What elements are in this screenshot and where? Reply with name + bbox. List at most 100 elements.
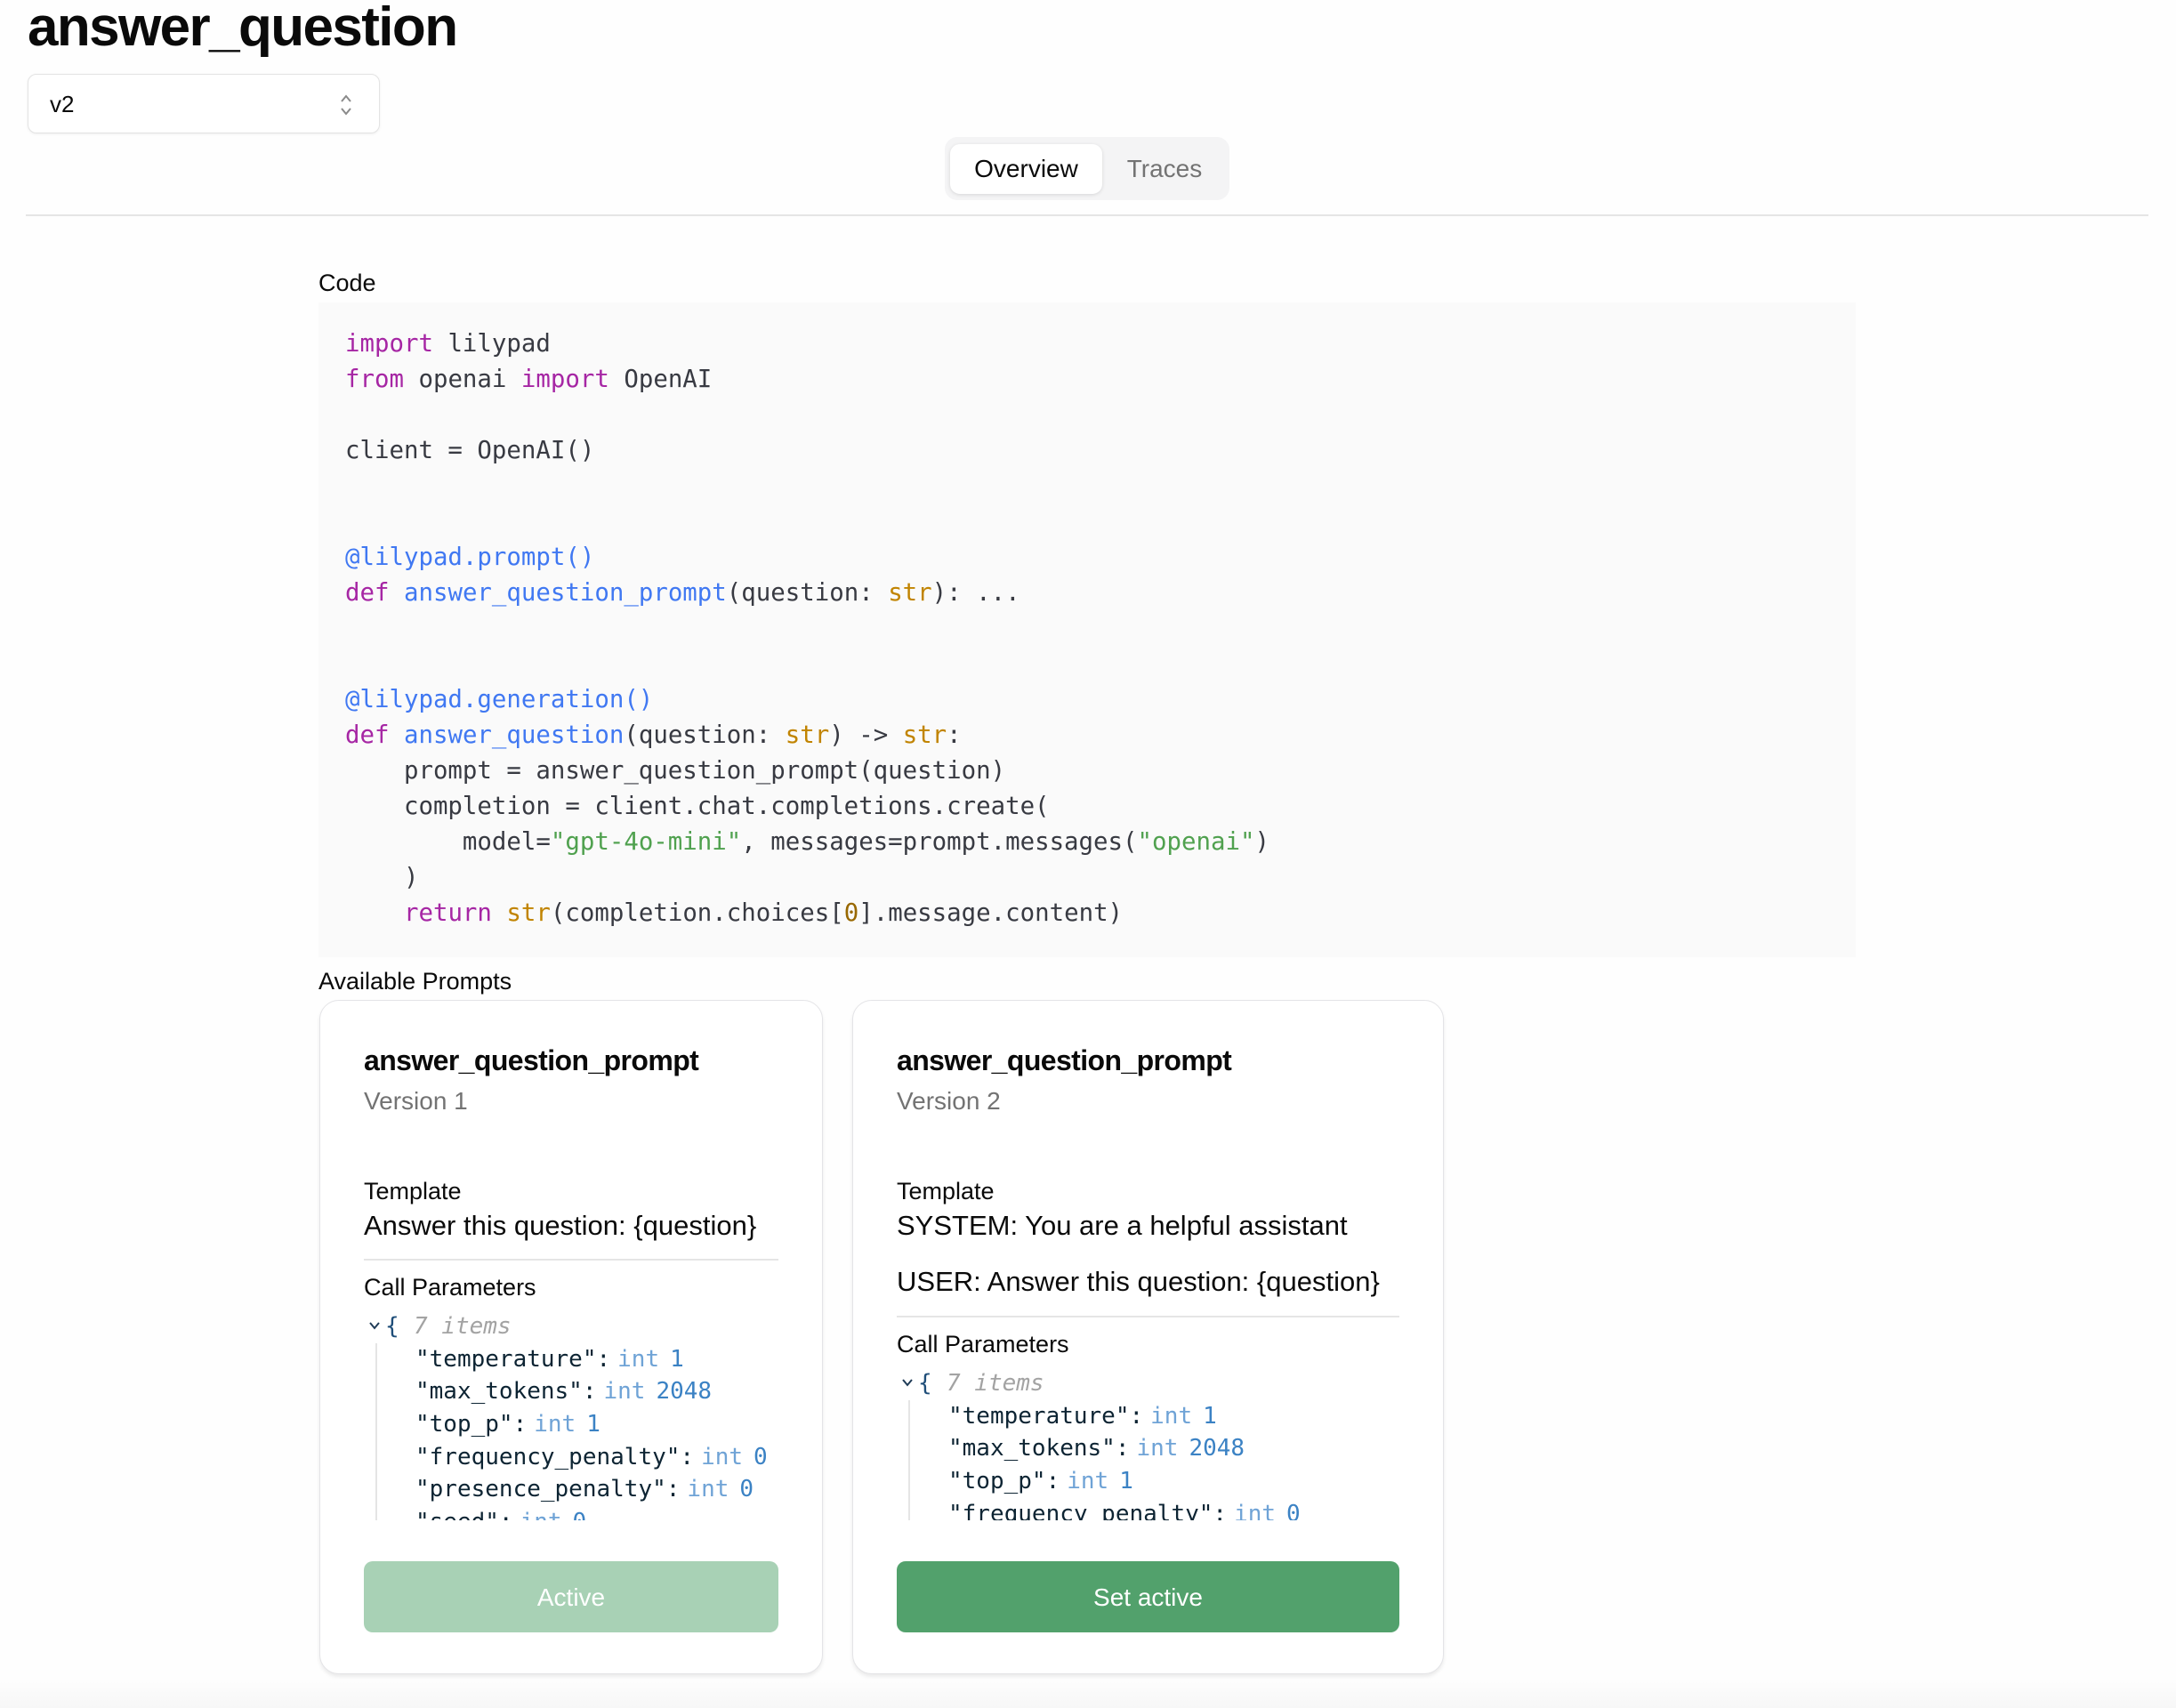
chevron-down-icon [902,1379,913,1387]
code-line: @lilypad.generation() [345,682,1269,718]
json-value: 1 [586,1411,600,1438]
json-type: int [520,1509,562,1520]
code-token: "gpt-4o-mini" [550,828,742,856]
code-line: completion = client.chat.completions.cre… [345,789,1269,825]
code-line: return str(completion.choices[0].message… [345,896,1269,931]
json-collapse-toggle[interactable]: { 7 items [897,1367,1399,1400]
code-line: import lilypad [345,326,1269,362]
code-token: answer_question_prompt [403,579,727,607]
tab-bar: Overview Traces [945,137,1229,200]
code-token: from [345,366,404,393]
code-token: (completion.choices[ [550,899,844,927]
json-value: 0 [573,1509,587,1520]
tab-overview[interactable]: Overview [950,144,1102,194]
version-select[interactable]: v2 [28,74,380,133]
call-parameters-label: Call Parameters [364,1274,536,1301]
json-key: "temperature": [948,1402,1144,1430]
json-open-brace: { [918,1370,932,1397]
json-key: "top_p": [415,1411,528,1438]
json-param-row: "max_tokens": int 2048 [948,1432,1399,1465]
template-line: Answer this question: {question} [364,1210,757,1241]
json-param-row: "frequency_penalty": int 0 [948,1498,1399,1520]
code-block: import lilypad from openai import OpenAI c… [318,302,1856,957]
header-divider [26,214,2148,216]
section-divider [897,1316,1399,1317]
prompt-version: Version 2 [897,1087,1001,1115]
chevron-down-icon [369,1322,380,1330]
template-label: Template [897,1178,995,1204]
json-key: "max_tokens": [415,1378,597,1406]
code-token: str [902,721,947,749]
code-section-label: Code [318,270,376,296]
json-value: 0 [1286,1500,1301,1520]
code-token: , messages=prompt.messages( [741,828,1138,856]
prompt-version: Version 1 [364,1087,468,1115]
tab-traces[interactable]: Traces [1105,144,1224,194]
active-button[interactable]: Active [364,1561,778,1632]
json-type: int [1150,1402,1193,1430]
json-type: int [701,1443,744,1470]
code-token: return [403,899,492,927]
json-type: int [687,1476,729,1503]
code-token: str [506,899,551,927]
template-label: Template [364,1178,462,1204]
template-line-user: USER: Answer this question: {question} [897,1266,1380,1297]
json-param-row: "frequency_penalty": int 0 [415,1441,778,1474]
code-token: "openai" [1137,828,1255,856]
json-value: 0 [754,1443,768,1470]
prompt-name: answer_question_prompt [364,1044,699,1076]
json-type: int [1234,1500,1277,1520]
json-value: 2048 [656,1378,713,1406]
code-token: def [345,579,390,607]
json-rows: "temperature": int 1 "max_tokens": int 2048 "t… [908,1399,1399,1520]
call-parameters-json-viewer[interactable]: { 7 items "temperature": int 1 "max_tokens"… [897,1367,1399,1520]
chevron-up-down-icon [341,94,351,116]
prompt-card: answer_question_prompt Version 1 Templat… [319,1000,823,1674]
json-key: "max_tokens": [948,1435,1130,1462]
code-line: prompt = answer_question_prompt(question… [345,753,1269,789]
code-token: answer_question [403,721,625,749]
page-title: answer_question [28,0,458,58]
call-parameters-label: Call Parameters [897,1331,1069,1358]
json-param-row: "temperature": int 1 [415,1343,778,1376]
code-token: model= [345,828,551,856]
section-divider [364,1259,778,1261]
code-token: (question: [624,721,786,749]
code-token: import [345,330,433,358]
code-token: @lilypad.prompt() [345,544,595,571]
code-token: def [345,721,390,749]
code-token: str [785,721,830,749]
json-item-count: 7 items [947,1370,1044,1397]
json-type: int [534,1411,576,1438]
json-collapse-toggle[interactable]: { 7 items [364,1310,778,1343]
code-line: def answer_question(question: str) -> st… [345,718,1269,753]
available-prompts-label: Available Prompts [318,968,512,995]
code-token: ].message.content) [858,899,1124,927]
code-token: (question: [726,579,889,607]
json-type: int [1067,1468,1109,1495]
prompt-card: answer_question_prompt Version 2 Templat… [852,1000,1444,1674]
template-line-system: SYSTEM: You are a helpful assistant [897,1210,1348,1241]
code-token: @lilypad.generation() [345,686,654,713]
code-token: ): ... [931,579,1020,607]
json-param-row: "max_tokens": int 2048 [415,1375,778,1408]
code-line: def answer_question_prompt(question: str… [345,576,1269,611]
json-param-row: "seed": int 0 [415,1506,778,1520]
json-param-row: "temperature": int 1 [948,1400,1399,1433]
set-active-button[interactable]: Set active [897,1561,1399,1632]
code-content: import lilypad from openai import OpenAI c… [345,326,1269,931]
json-key: "top_p": [948,1468,1060,1495]
code-token: ) -> [829,721,903,749]
call-parameters-json-viewer[interactable]: { 7 items "temperature": int 1 "max_tokens"… [364,1310,778,1520]
json-type: int [603,1378,646,1406]
code-line: ) [345,860,1269,896]
json-key: "frequency_penalty": [948,1500,1228,1520]
code-token: completion = client.chat.completions.cre… [345,793,1050,820]
code-token: prompt = answer_question_prompt(question… [345,757,1006,785]
code-token: client = OpenAI() [345,437,595,464]
